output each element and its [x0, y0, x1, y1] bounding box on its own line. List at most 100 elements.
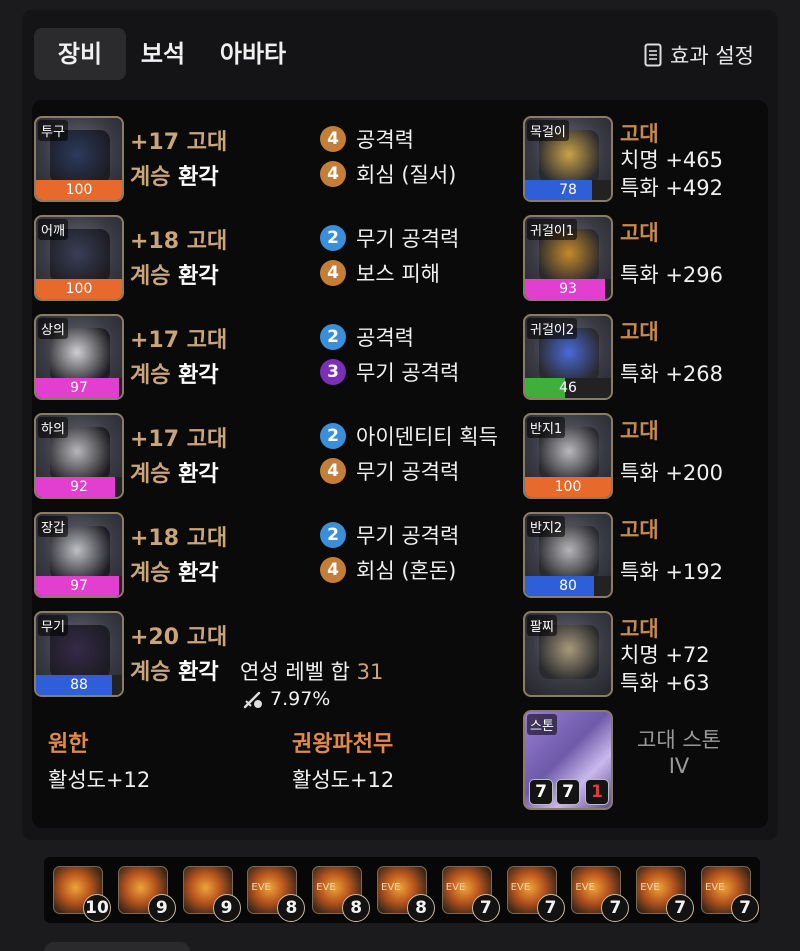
gem-eve-mark: EVE: [575, 882, 595, 893]
accessory-slot-label: 반지2: [527, 516, 566, 537]
effect-level-badge: 2: [320, 423, 346, 449]
quality-bar: 78: [525, 180, 611, 200]
stone-tier: IV: [668, 754, 690, 778]
gem-level: 9: [212, 894, 241, 922]
accessory-grade: 고대: [620, 320, 659, 344]
quality-bar: 80: [525, 576, 611, 596]
equip-transcend-line: 계승 환각: [130, 456, 219, 488]
gem-eve-mark: EVE: [381, 882, 401, 893]
equip-enhance-level: +17 고대: [130, 427, 228, 452]
equip-set-name: 환각: [178, 363, 219, 388]
tab-gems[interactable]: 보석: [126, 28, 200, 80]
bottom-pill: [44, 942, 190, 951]
equip-transcend-line: 계승 환각: [130, 654, 219, 686]
accessory-slot-1[interactable]: 귀걸이1 93: [523, 215, 613, 301]
equip-succession-label: 계승: [130, 165, 171, 190]
accessory-slot-2[interactable]: 귀걸이2 46: [523, 314, 613, 400]
effect-line: 4 회심 (질서): [320, 159, 456, 189]
effect-level-badge: 4: [320, 161, 346, 187]
equip-slot-3[interactable]: 하의 92: [34, 413, 124, 499]
effect-name: 무기 공격력: [356, 524, 460, 548]
equip-slot-label: 상의: [38, 318, 68, 339]
quality-value: 97: [70, 578, 88, 594]
effect-name: 회심 (질서): [356, 163, 457, 187]
equip-succession-label: 계승: [130, 561, 171, 586]
effect-line: 4 회심 (혼돈): [320, 555, 456, 585]
quality-value: 97: [70, 380, 88, 396]
equipment-panel: 투구 100 +17 고대 계승 환각 어깨 100 +18 고대 계승 환각 상의 97 +17 …: [32, 100, 768, 828]
equip-slot-5[interactable]: 무기 88: [34, 611, 124, 697]
equip-slot-2[interactable]: 상의 97: [34, 314, 124, 400]
effect-line: 2 공격력: [320, 322, 414, 352]
engraving-value: 활성도+12: [292, 768, 395, 792]
quality-bar: 46: [525, 378, 611, 398]
gem-level: 7: [601, 894, 630, 922]
accessory-stat: 특화 +268: [620, 362, 723, 386]
stone-engrave-level: 7: [556, 779, 580, 805]
document-icon: [644, 43, 662, 67]
equip-slot-label: 장갑: [38, 516, 68, 537]
accessory-slot-4[interactable]: 반지2 80: [523, 512, 613, 598]
quality-value: 100: [65, 281, 93, 297]
gem-strip: 10 9 9 EVE 8 EVE 8 EVE 8 EVE 7 EVE 7 EVE 7 EVE 7 EVE 7: [44, 857, 760, 923]
quality-value: 100: [554, 479, 582, 495]
equip-slot-4[interactable]: 장갑 97: [34, 512, 124, 598]
equip-set-name: 환각: [178, 660, 219, 685]
effect-settings-label: 효과 설정: [670, 44, 754, 68]
weapon-pct-line: 7.97%: [242, 688, 330, 710]
accessory-grade: 고대: [620, 518, 659, 542]
stone-name: 고대 스톤: [637, 728, 721, 752]
accessory-stat: 치명 +465: [620, 148, 723, 172]
effect-level-badge: 4: [320, 458, 346, 484]
gem-eve-mark: EVE: [510, 882, 531, 893]
equip-transcend-line: 계승 환각: [130, 357, 219, 389]
effect-level-badge: 2: [320, 225, 346, 251]
engraving-value: 활성도+12: [48, 768, 151, 792]
effect-level-badge: 2: [320, 324, 346, 350]
equip-set-name: 환각: [178, 165, 219, 190]
gem-level: 7: [731, 894, 759, 922]
accessory-stat: 특화 +492: [620, 176, 723, 200]
quality-bar: 97: [36, 576, 122, 596]
accessory-slot-label: 목걸이: [527, 120, 569, 141]
gem-level: 8: [342, 894, 371, 922]
effect-name: 공격력: [356, 128, 414, 152]
accessory-slot-5[interactable]: 팔찌: [523, 611, 613, 697]
tab-equipment[interactable]: 장비: [34, 28, 126, 80]
effect-settings-button[interactable]: 효과 설정: [644, 38, 754, 72]
effect-level-badge: 4: [320, 260, 346, 286]
gem-level: 8: [277, 894, 306, 922]
gem-level: 7: [536, 894, 565, 922]
quality-bar: 97: [36, 378, 122, 398]
equip-slot-label: 하의: [38, 417, 68, 438]
tab-avatar[interactable]: 아바타: [208, 28, 298, 80]
stone-engrave-level: 7: [529, 779, 553, 805]
effect-name: 아이덴티티 획득: [356, 425, 498, 449]
accessory-stat: 특화 +296: [620, 263, 723, 287]
equip-slot-1[interactable]: 어깨 100: [34, 215, 124, 301]
accessory-stat: 치명 +72: [620, 643, 710, 667]
quality-value: 92: [70, 479, 88, 495]
quality-bar: 93: [525, 279, 611, 299]
quality-value: 78: [559, 182, 577, 198]
effect-line: 3 무기 공격력: [320, 357, 459, 387]
effect-line: 4 무기 공격력: [320, 456, 459, 486]
equip-enhance-level: +17 고대: [130, 130, 228, 155]
quality-value: 80: [559, 578, 577, 594]
accessory-slot-0[interactable]: 목걸이 78: [523, 116, 613, 202]
gem-eve-mark: EVE: [705, 882, 725, 893]
equip-set-name: 환각: [178, 264, 219, 289]
gem-eve-mark: EVE: [640, 882, 660, 893]
gem-eve-mark: EVE: [251, 882, 271, 893]
engraving-name: 원한: [48, 732, 89, 757]
ability-stone-slot[interactable]: 스톤 7 7 1: [523, 710, 613, 810]
effect-name: 회심 (혼돈): [356, 559, 457, 583]
effect-name: 무기 공격력: [356, 460, 460, 484]
effect-name: 무기 공격력: [356, 361, 460, 385]
accessory-stat: 특화 +200: [620, 461, 723, 485]
quality-bar: 92: [36, 477, 122, 497]
effect-name: 보스 피해: [356, 262, 440, 286]
accessory-slot-3[interactable]: 반지1 100: [523, 413, 613, 499]
equip-slot-0[interactable]: 투구 100: [34, 116, 124, 202]
equip-succession-label: 계승: [130, 363, 171, 388]
